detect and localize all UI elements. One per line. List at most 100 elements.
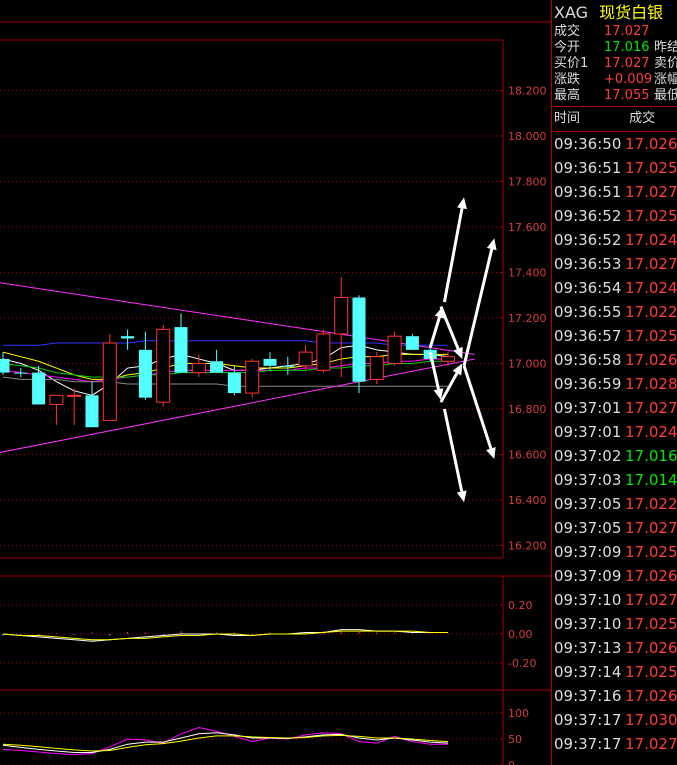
- tick-time: 09:37:01: [554, 399, 622, 417]
- candle-body: [405, 336, 419, 350]
- tick-list[interactable]: 09:36:50 17.026 09:36:51 17.025 09:36:51 17.0…: [552, 132, 677, 756]
- tick-time: 09:36:59: [554, 375, 622, 393]
- tick-row[interactable]: 09:37:16 17.026: [552, 684, 677, 708]
- quote-extra-label: 涨幅: [654, 72, 677, 87]
- quote-value: 17.027: [604, 24, 650, 39]
- quote-extra-label: 卖价: [654, 56, 677, 71]
- tick-price: 17.027: [625, 735, 677, 753]
- tick-price: 17.027: [625, 591, 677, 609]
- tick-row[interactable]: 09:36:58 17.026: [552, 348, 677, 372]
- candle-body: [138, 349, 152, 398]
- macd-line: [2, 630, 448, 641]
- tick-header-price: 成交: [629, 111, 656, 126]
- tick-time: 09:37:14: [554, 663, 622, 681]
- tick-row[interactable]: 09:36:51 17.027: [552, 180, 677, 204]
- quote-label: 成交: [554, 24, 581, 39]
- tick-time: 09:37:01: [554, 423, 622, 441]
- tick-row[interactable]: 09:36:51 17.025: [552, 156, 677, 180]
- candle-body: [0, 358, 10, 373]
- annotation-arrow-shaft: [428, 316, 441, 349]
- tick-header: 时间 成交: [552, 106, 677, 132]
- y-tick-label: 17.400: [508, 267, 547, 280]
- tick-price: 17.025: [625, 543, 677, 561]
- tick-row[interactable]: 09:36:55 17.022: [552, 300, 677, 324]
- tick-row[interactable]: 09:36:50 17.026: [552, 132, 677, 156]
- quote-value: 17.055: [604, 88, 650, 103]
- quote-label: 买价1: [554, 56, 589, 71]
- tick-price: 17.026: [625, 135, 677, 153]
- annotation-arrow-head: [457, 197, 467, 210]
- tick-time: 09:36:51: [554, 183, 622, 201]
- tick-row[interactable]: 09:37:09 17.025: [552, 540, 677, 564]
- quote-list: 成交 17.027 今开 17.016 昨结 买价1 17.027 卖价 涨跌 +0.009 涨幅最…: [552, 24, 677, 104]
- tick-row[interactable]: 09:37:01 17.027: [552, 396, 677, 420]
- candle-body: [281, 365, 295, 367]
- tick-row[interactable]: 09:37:10 17.027: [552, 588, 677, 612]
- quote-row: 涨跌 +0.009 涨幅: [552, 72, 677, 88]
- tick-header-time: 时间: [554, 111, 581, 126]
- tick-price: 17.025: [625, 159, 677, 177]
- annotation-arrow-head: [456, 490, 467, 503]
- quote-label: 今开: [554, 40, 581, 55]
- y-tick-label: 17.800: [508, 176, 547, 189]
- tick-time: 09:37:10: [554, 591, 622, 609]
- candle-body: [263, 358, 277, 366]
- tick-row[interactable]: 09:37:09 17.026: [552, 564, 677, 588]
- tick-row[interactable]: 09:37:17 17.030: [552, 708, 677, 732]
- candle-body: [316, 333, 331, 371]
- tick-row[interactable]: 09:37:05 17.022: [552, 492, 677, 516]
- tick-time: 09:36:52: [554, 207, 622, 225]
- tick-row[interactable]: 09:36:59 17.028: [552, 372, 677, 396]
- tick-price: 17.026: [625, 351, 677, 369]
- quote-label: 涨跌: [554, 72, 581, 87]
- tick-row[interactable]: 09:37:01 17.024: [552, 420, 677, 444]
- quote-panel: XAG 现货白银 成交 17.027 今开 17.016 昨结 买价1 17.027 卖价 涨跌…: [551, 0, 677, 765]
- quote-extra-label: 最低: [654, 88, 677, 103]
- kdj-line: [2, 727, 448, 756]
- tick-price: 17.026: [625, 639, 677, 657]
- tick-row[interactable]: 09:37:10 17.025: [552, 612, 677, 636]
- candle-body: [49, 394, 64, 405]
- tick-price: 17.025: [625, 207, 677, 225]
- tick-row[interactable]: 09:37:03 17.014: [552, 468, 677, 492]
- quote-extra-label: 昨结: [654, 40, 677, 55]
- tick-time: 09:37:17: [554, 711, 622, 729]
- tick-row[interactable]: 09:36:52 17.024: [552, 228, 677, 252]
- candle-body: [191, 363, 206, 374]
- tick-row[interactable]: 09:37:13 17.026: [552, 636, 677, 660]
- y-tick-label: 16.200: [508, 540, 547, 553]
- tick-time: 09:37:03: [554, 471, 622, 489]
- tick-row[interactable]: 09:37:17 17.027: [552, 732, 677, 756]
- quote-value: 17.027: [604, 56, 650, 71]
- tick-time: 09:36:54: [554, 279, 622, 297]
- candle-body: [245, 360, 260, 394]
- trendline: [0, 282, 475, 355]
- tick-row[interactable]: 09:36:53 17.027: [552, 252, 677, 276]
- y-tick-label: 18.000: [508, 130, 547, 143]
- y-tick-label: 16.600: [508, 449, 547, 462]
- tick-row[interactable]: 09:37:14 17.025: [552, 660, 677, 684]
- tick-row[interactable]: 09:36:57 17.025: [552, 324, 677, 348]
- tick-price: 17.027: [625, 255, 677, 273]
- tick-row[interactable]: 09:36:52 17.025: [552, 204, 677, 228]
- kline-chart[interactable]: 18.200 18.000 17.800 17.600 17.400 17.200 17.0…: [0, 0, 551, 765]
- tick-price: 17.025: [625, 663, 677, 681]
- annotation-arrow-shaft: [442, 207, 464, 303]
- y-tick-label: 16.400: [508, 494, 547, 507]
- candle-body: [334, 297, 349, 335]
- candle-body: [298, 351, 313, 367]
- quote-row: 买价1 17.027 卖价: [552, 56, 677, 72]
- tick-price: 17.026: [625, 687, 677, 705]
- quote-row: 成交 17.027: [552, 24, 677, 40]
- tick-row[interactable]: 09:37:02 17.016: [552, 444, 677, 468]
- annotation-arrow-shaft: [439, 306, 460, 350]
- tick-time: 09:37:05: [554, 495, 622, 513]
- quote-row: 最高 17.055 最低: [552, 88, 677, 104]
- kdj-tick-label: 0: [508, 759, 515, 765]
- tick-time: 09:36:50: [554, 135, 622, 153]
- y-tick-label: 17.200: [508, 312, 547, 325]
- tick-row[interactable]: 09:36:54 17.024: [552, 276, 677, 300]
- tick-row[interactable]: 09:37:05 17.027: [552, 516, 677, 540]
- candle-body: [121, 336, 135, 339]
- candle-body: [369, 356, 384, 380]
